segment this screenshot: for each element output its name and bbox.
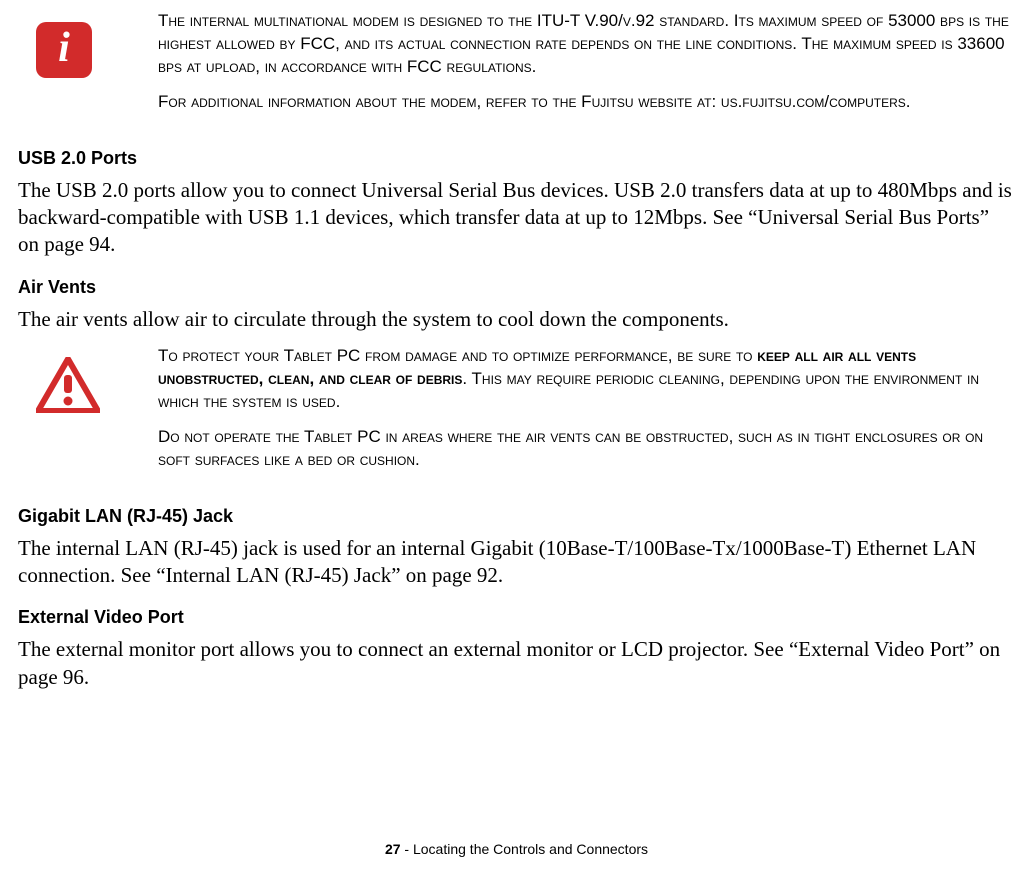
- warning-icon-column: [18, 345, 158, 418]
- info-callout: i The internal multinational modem is de…: [18, 10, 1015, 126]
- air-vents-body: The air vents allow air to circulate thr…: [18, 306, 1015, 333]
- warn-p1-a: To protect your Tablet PC from damage an…: [158, 346, 757, 365]
- document-page: i The internal multinational modem is de…: [0, 0, 1033, 871]
- warning-icon: [36, 357, 100, 418]
- usb-body: The USB 2.0 ports allow you to connect U…: [18, 177, 1015, 259]
- info-glyph: i: [58, 27, 70, 69]
- info-icon-column: i: [18, 10, 158, 78]
- warning-paragraph-2: Do not operate the Tablet PC in areas wh…: [158, 426, 1015, 472]
- video-body: The external monitor port allows you to …: [18, 636, 1015, 691]
- video-heading: External Video Port: [18, 607, 1015, 628]
- info-text: The internal multinational modem is desi…: [158, 10, 1015, 126]
- page-number: 27: [385, 841, 401, 857]
- warning-paragraph-1: To protect your Tablet PC from damage an…: [158, 345, 1015, 414]
- warning-callout: To protect your Tablet PC from damage an…: [18, 345, 1015, 484]
- lan-heading: Gigabit LAN (RJ-45) Jack: [18, 506, 1015, 527]
- usb-heading: USB 2.0 Ports: [18, 148, 1015, 169]
- info-paragraph-2: For additional information about the mod…: [158, 91, 1015, 114]
- warning-text: To protect your Tablet PC from damage an…: [158, 345, 1015, 484]
- page-footer: 27 - Locating the Controls and Connector…: [0, 841, 1033, 857]
- footer-sep: -: [401, 841, 413, 857]
- air-vents-heading: Air Vents: [18, 277, 1015, 298]
- footer-title: Locating the Controls and Connectors: [413, 841, 648, 857]
- info-icon: i: [36, 22, 92, 78]
- lan-body: The internal LAN (RJ-45) jack is used fo…: [18, 535, 1015, 590]
- info-paragraph-1: The internal multinational modem is desi…: [158, 10, 1015, 79]
